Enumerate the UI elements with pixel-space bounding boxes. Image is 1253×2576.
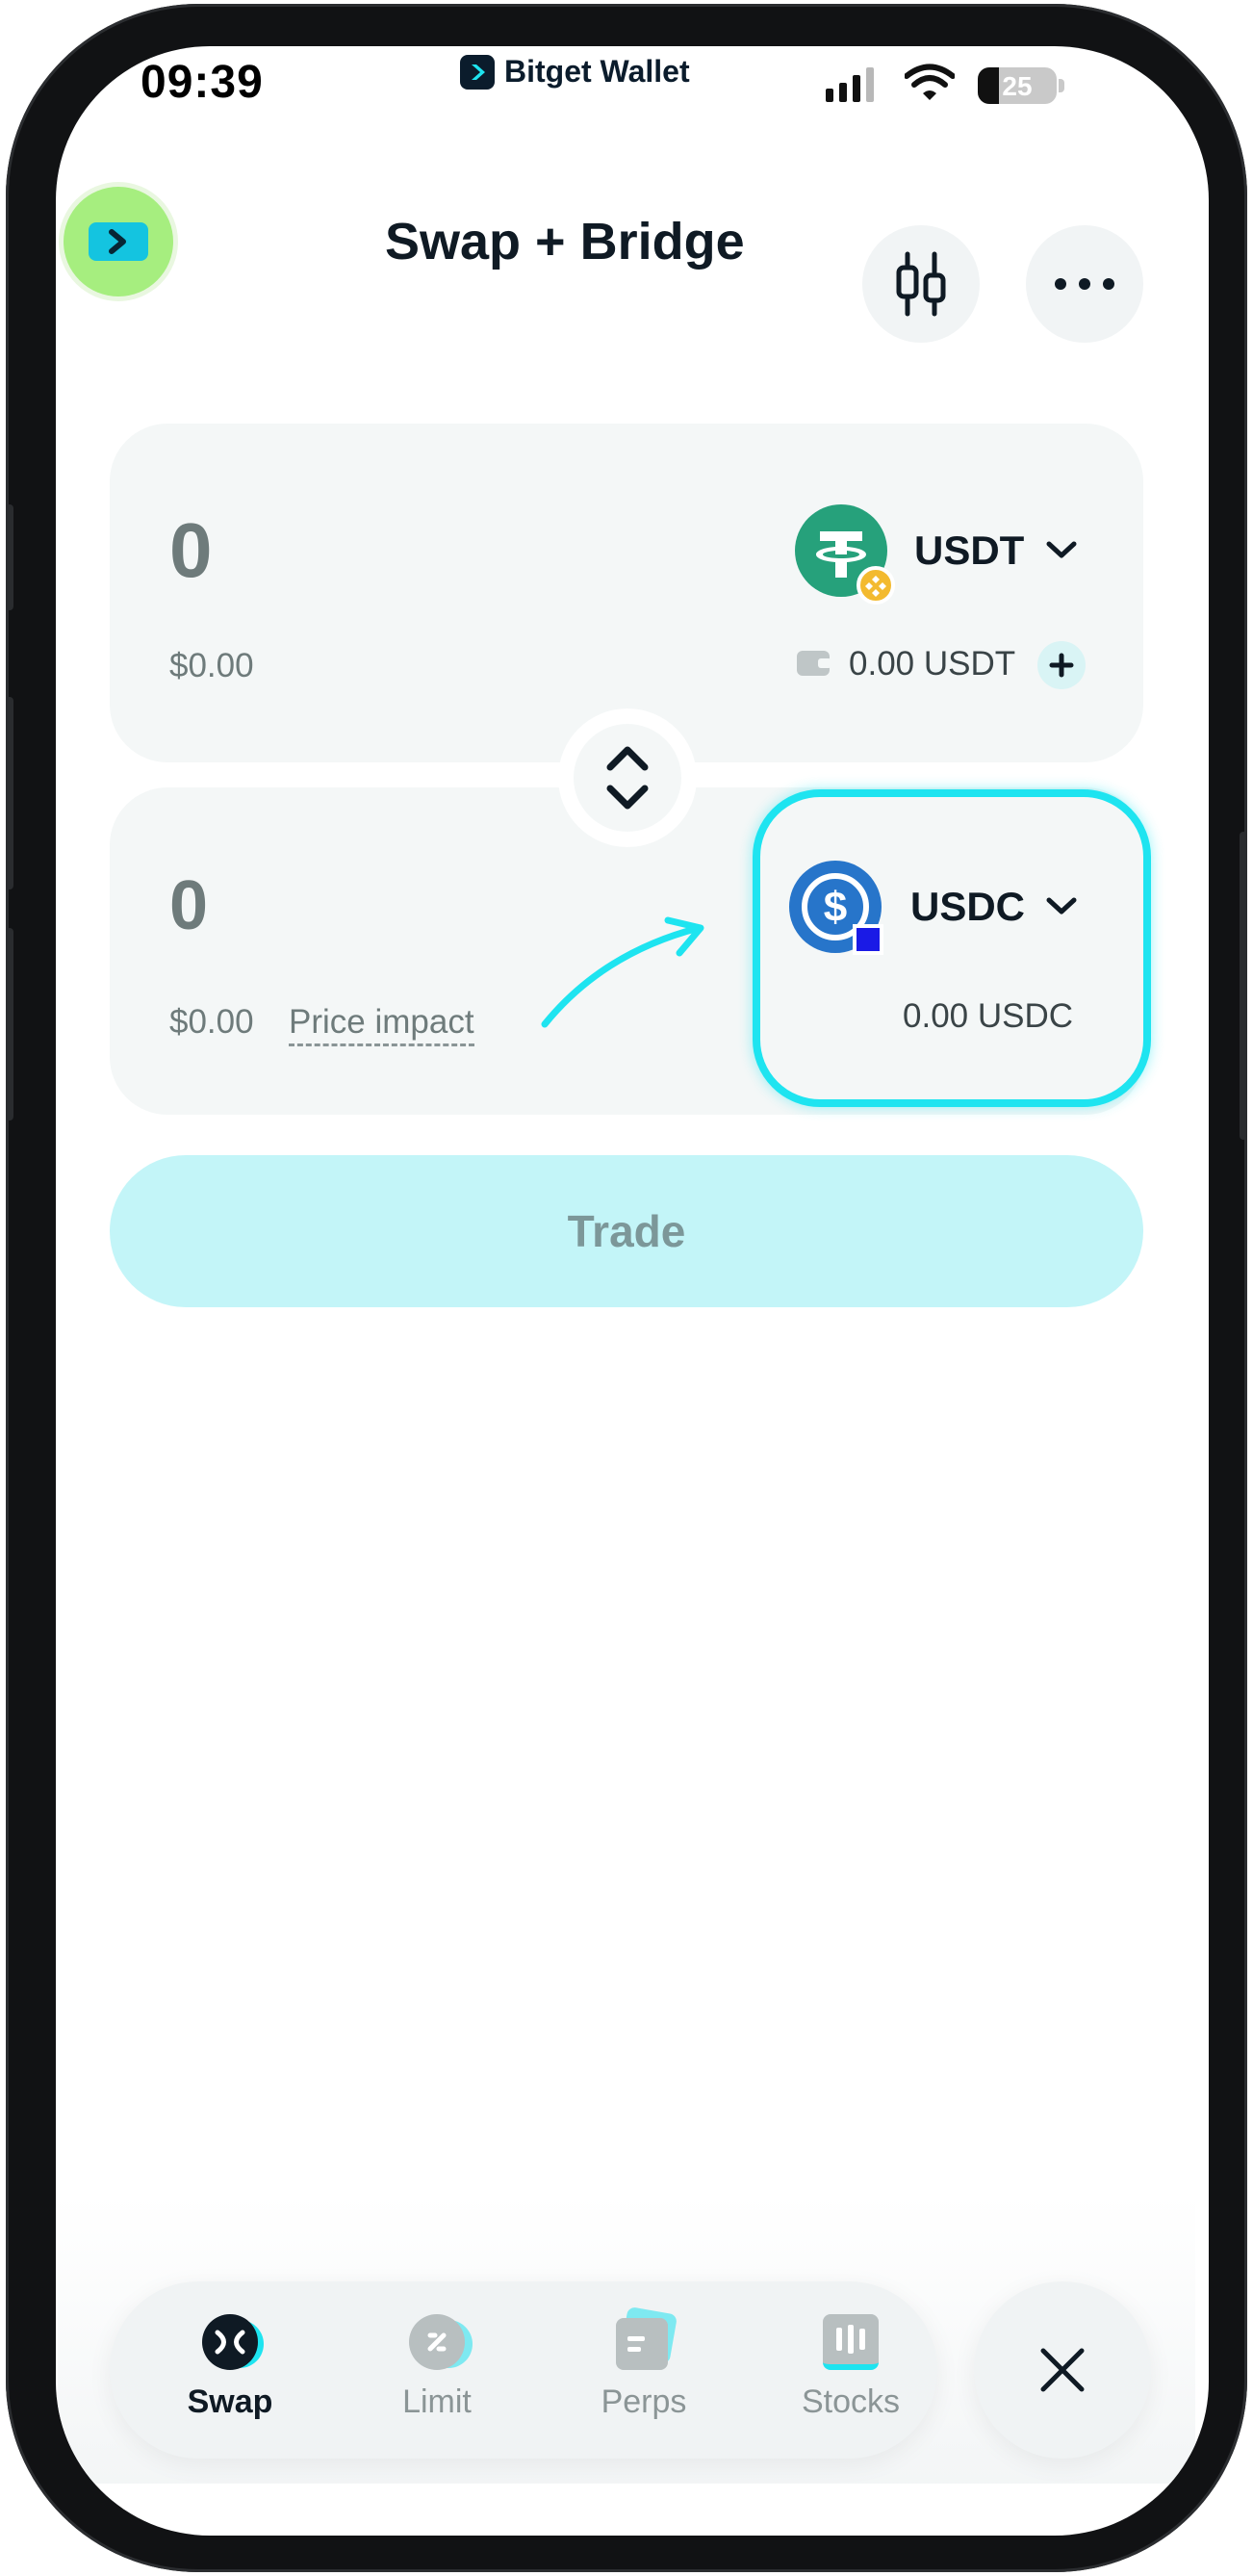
to-token-chevron-down-icon[interactable] [1045, 895, 1078, 916]
from-balance: 0.00 USDT [849, 645, 1016, 683]
from-token-chevron-down-icon[interactable] [1045, 539, 1078, 560]
chart-button[interactable] [862, 225, 980, 343]
from-token-symbol[interactable]: USDT [914, 528, 1024, 574]
battery-icon: 25 [978, 67, 1057, 104]
swap-icon [202, 2314, 264, 2370]
chain-badge-icon [853, 924, 883, 955]
add-funds-button[interactable] [1037, 641, 1086, 689]
price-impact-link[interactable]: Price impact [289, 1003, 474, 1046]
close-icon [1040, 2348, 1085, 2392]
nav-item-limit[interactable]: Limit [345, 2281, 528, 2459]
to-amount: 0 [169, 867, 209, 944]
arrow-annotation-icon [541, 916, 704, 1028]
limit-icon [409, 2314, 473, 2370]
avatar[interactable] [64, 187, 173, 296]
volume-down-button [6, 928, 13, 1121]
brand: Bitget Wallet [460, 54, 690, 90]
action-button [6, 504, 13, 610]
battery-level: 25 [1002, 71, 1033, 101]
screen: 09:39 Bitget Wallet 25 Swap + Bridge 0 $… [56, 46, 1209, 2536]
wallet-icon [797, 651, 831, 676]
swap-arrows-icon [606, 746, 649, 810]
from-fiat-value: $0.00 [169, 647, 254, 684]
bottom-nav: Swap Limit Perps Stocks [110, 2281, 937, 2459]
from-token-selector[interactable] [793, 502, 895, 605]
cellular-signal-icon [826, 67, 874, 102]
battery-tip [1059, 79, 1064, 92]
to-token-symbol[interactable]: USDC [910, 884, 1025, 930]
plus-icon [1049, 653, 1074, 678]
trade-button[interactable]: Trade [110, 1155, 1143, 1307]
nav-label-perps: Perps [601, 2383, 687, 2420]
nav-label-limit: Limit [402, 2383, 472, 2420]
phone-frame: 09:39 Bitget Wallet 25 Swap + Bridge 0 $… [6, 4, 1247, 2572]
brand-name: Bitget Wallet [504, 54, 690, 89]
power-button [1240, 832, 1247, 1140]
nav-item-stocks[interactable]: Stocks [759, 2281, 942, 2459]
page-title: Swap + Bridge [385, 213, 745, 270]
avatar-wallet-icon [89, 222, 148, 261]
more-icon [1055, 278, 1114, 290]
perps-icon [616, 2306, 678, 2370]
to-token-selector[interactable]: $ [787, 859, 883, 955]
volume-up-button [6, 697, 13, 889]
nav-label-swap: Swap [187, 2383, 273, 2420]
nav-label-stocks: Stocks [801, 2383, 901, 2420]
bnb-chain-icon [857, 566, 895, 605]
candlestick-chart-icon [896, 251, 946, 317]
status-time: 09:39 [141, 57, 264, 108]
close-button[interactable] [974, 2281, 1151, 2459]
stocks-icon [823, 2314, 879, 2370]
swap-direction-button[interactable] [558, 708, 697, 847]
more-button[interactable] [1026, 225, 1143, 343]
svg-text:$: $ [824, 884, 847, 931]
bitget-logo-icon [460, 54, 495, 90]
nav-item-swap[interactable]: Swap [139, 2281, 321, 2459]
from-amount-input[interactable]: 0 [169, 506, 213, 595]
nav-item-perps[interactable]: Perps [552, 2281, 735, 2459]
to-balance: 0.00 USDC [903, 997, 1074, 1035]
wifi-icon [904, 64, 956, 107]
to-fiat-value: $0.00 [169, 1003, 254, 1041]
